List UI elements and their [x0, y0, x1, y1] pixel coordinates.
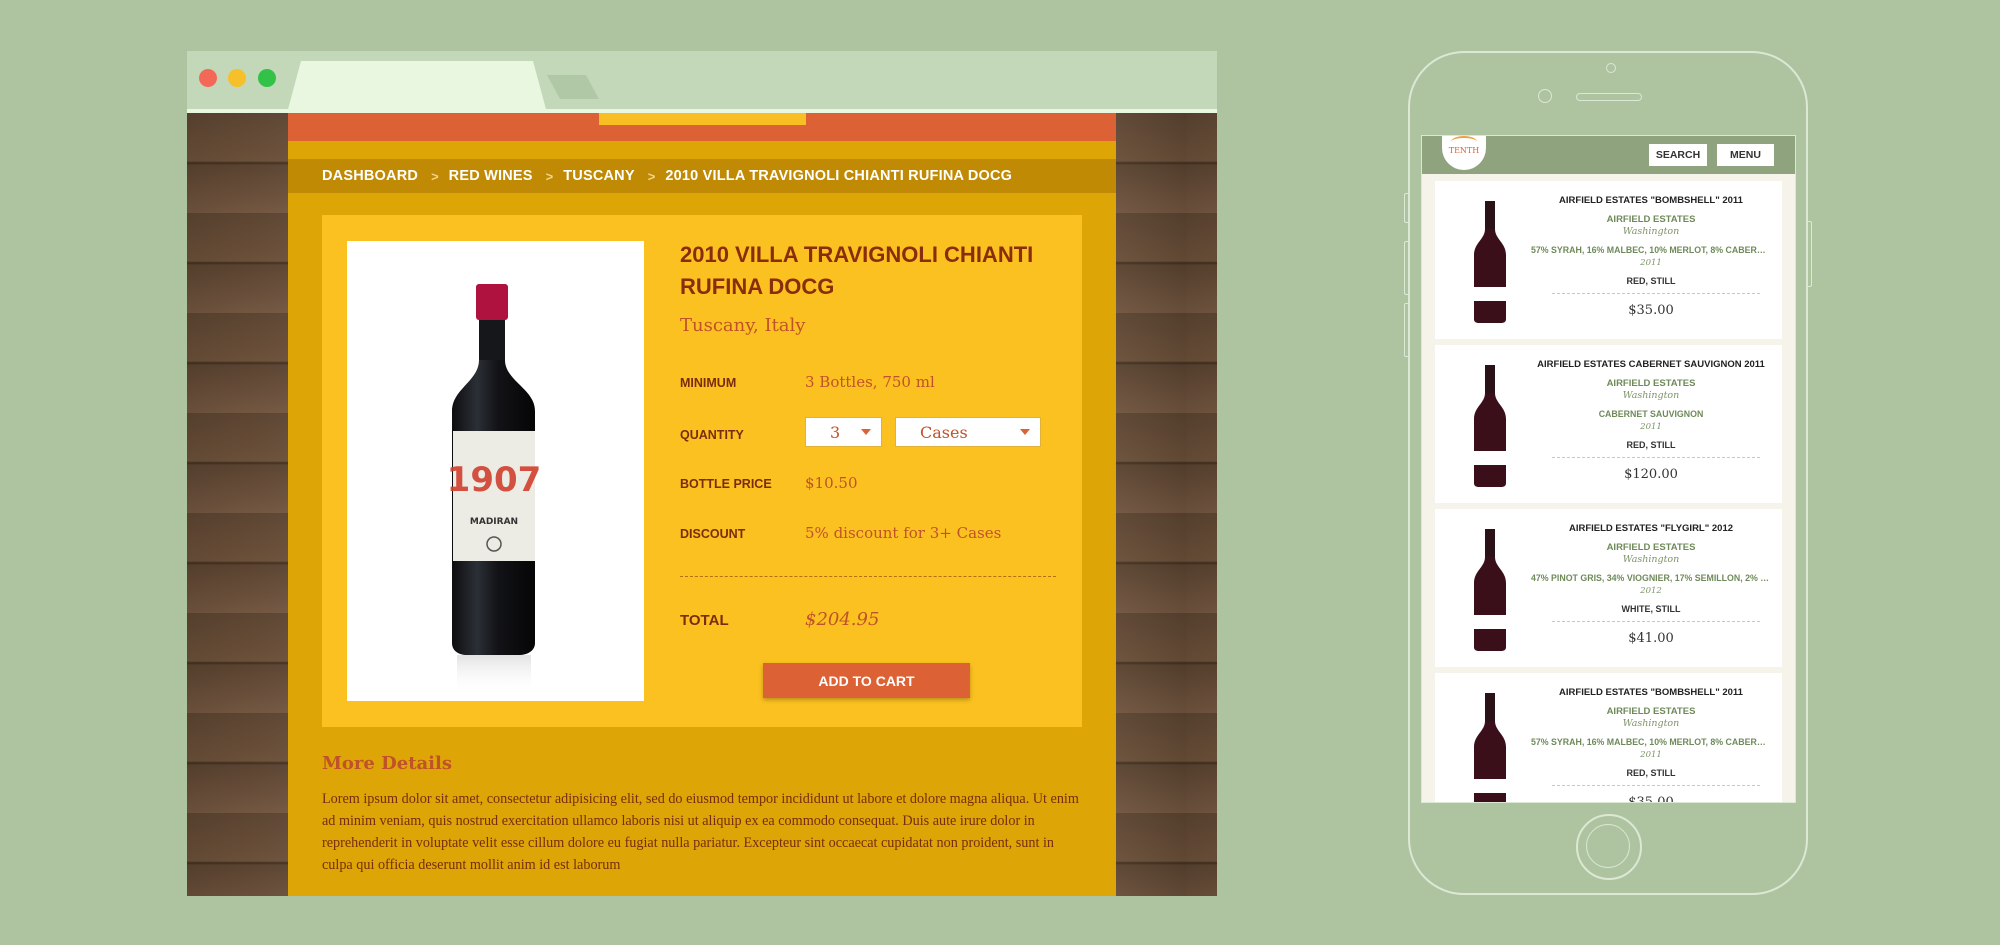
mobile-header: TENTH SEARCH MENU [1422, 136, 1795, 174]
site-header-active-tab[interactable] [599, 113, 806, 125]
product-image: 1907 MADIRAN [347, 241, 644, 701]
breadcrumb-tuscany[interactable]: TUSCANY [563, 168, 635, 184]
label-brand: 1907 [447, 460, 542, 500]
minimum-label: MINIMUM [680, 376, 737, 390]
item-name[interactable]: AIRFIELD ESTATES "FLYGIRL" 2012 [1531, 523, 1771, 534]
item-style: RED, STILL [1626, 768, 1676, 778]
site-logo[interactable]: TENTH [1442, 136, 1486, 170]
add-to-cart-button[interactable]: ADD TO CART [763, 663, 970, 698]
list-item[interactable]: AIRFIELD ESTATES CABERNET SAUVIGNON 2011… [1435, 345, 1782, 503]
item-year: 2012 [1640, 586, 1662, 596]
divider [1552, 457, 1760, 458]
item-price: $120.00 [1624, 467, 1678, 482]
breadcrumb-red-wines[interactable]: RED WINES [449, 168, 533, 184]
item-price: $35.00 [1628, 795, 1674, 803]
browser-tab-active[interactable] [287, 61, 547, 113]
item-price: $41.00 [1628, 631, 1674, 646]
label-name: MADIRAN [470, 517, 518, 527]
mute-switch[interactable] [1404, 193, 1410, 223]
quantity-select[interactable]: 3 [805, 417, 882, 447]
chevron-down-icon [861, 429, 871, 435]
wine-bottle-image: 1907 MADIRAN [447, 284, 542, 695]
quantity-value: 3 [830, 422, 841, 442]
item-winery: AIRFIELD ESTATES [1606, 706, 1696, 717]
logo-text: TENTH [1448, 146, 1480, 155]
divider [680, 576, 1056, 577]
discount-value: 5% discount for 3+ Cases [805, 524, 1002, 542]
volume-down-button[interactable] [1404, 303, 1410, 357]
total-label: TOTAL [680, 612, 729, 629]
item-region: Washington [1622, 554, 1680, 565]
list-item[interactable]: AIRFIELD ESTATES "FLYGIRL" 2012 AIRFIELD… [1435, 509, 1782, 667]
wine-bottle-icon [1474, 365, 1506, 487]
breadcrumb-dashboard[interactable]: DASHBOARD [322, 168, 418, 184]
product-region: Tuscany, Italy [680, 315, 806, 336]
new-tab-button[interactable] [547, 75, 599, 99]
divider [1552, 293, 1760, 294]
quantity-label: QUANTITY [680, 428, 744, 442]
item-name[interactable]: AIRFIELD ESTATES "BOMBSHELL" 2011 [1531, 195, 1771, 206]
phone-screen: TENTH SEARCH MENU AIRFIELD ESTATES "BOMB… [1421, 135, 1796, 803]
sensor-icon [1538, 89, 1552, 103]
breadcrumb: DASHBOARD > RED WINES > TUSCANY > 2010 V… [288, 159, 1116, 193]
site-header [288, 113, 1116, 141]
speaker-grille [1576, 93, 1642, 101]
item-grapes: 57% SYRAH, 16% MALBEC, 10% MERLOT, 8% CA… [1531, 737, 1771, 747]
list-item[interactable]: AIRFIELD ESTATES "BOMBSHELL" 2011 AIRFIE… [1435, 181, 1782, 339]
item-style: RED, STILL [1626, 276, 1676, 286]
wine-bottle-icon [1474, 201, 1506, 323]
item-price: $35.00 [1628, 303, 1674, 318]
item-name[interactable]: AIRFIELD ESTATES "BOMBSHELL" 2011 [1531, 687, 1771, 698]
close-window-button[interactable] [199, 69, 217, 87]
more-details-title: More Details [322, 753, 452, 774]
wine-bottle-icon [1474, 693, 1506, 802]
browser-titlebar [187, 51, 1217, 113]
wine-bottle-icon [1474, 529, 1506, 651]
browser-window: DASHBOARD > RED WINES > TUSCANY > 2010 V… [187, 51, 1217, 896]
item-grapes: CABERNET SAUVIGNON [1598, 409, 1704, 419]
divider [1552, 785, 1760, 786]
item-region: Washington [1622, 390, 1680, 401]
breadcrumb-current: 2010 VILLA TRAVIGNOLI CHIANTI RUFINA DOC… [665, 168, 1013, 184]
item-grapes: 57% SYRAH, 16% MALBEC, 10% MERLOT, 8% CA… [1531, 245, 1771, 255]
item-grapes: 47% PINOT GRIS, 34% VIOGNIER, 17% SEMILL… [1531, 573, 1771, 583]
product-title: 2010 VILLA TRAVIGNOLI CHIANTI RUFINA DOC… [680, 242, 1034, 299]
breadcrumb-separator: > [647, 168, 656, 184]
item-style: RED, STILL [1626, 440, 1676, 450]
more-details-text: Lorem ipsum dolor sit amet, consectetur … [322, 791, 1079, 873]
product-page: DASHBOARD > RED WINES > TUSCANY > 2010 V… [288, 113, 1116, 896]
browser-viewport: DASHBOARD > RED WINES > TUSCANY > 2010 V… [187, 113, 1217, 896]
minimize-window-button[interactable] [228, 69, 246, 87]
bottle-price-value: $10.50 [805, 474, 858, 492]
item-winery: AIRFIELD ESTATES [1606, 378, 1696, 389]
breadcrumb-separator: > [431, 168, 439, 184]
bottle-price-label: BOTTLE PRICE [680, 477, 772, 491]
breadcrumb-separator: > [545, 168, 554, 184]
unit-select[interactable]: Cases [895, 417, 1041, 447]
chevron-down-icon [1020, 429, 1030, 435]
item-winery: AIRFIELD ESTATES [1606, 214, 1696, 225]
discount-label: DISCOUNT [680, 527, 746, 541]
item-name[interactable]: AIRFIELD ESTATES CABERNET SAUVIGNON 2011 [1531, 359, 1771, 370]
maximize-window-button[interactable] [258, 69, 276, 87]
menu-button[interactable]: MENU [1717, 144, 1774, 166]
item-year: 2011 [1640, 258, 1662, 268]
volume-up-button[interactable] [1404, 241, 1410, 295]
unit-value: Cases [920, 422, 968, 442]
minimum-value: 3 Bottles, 750 ml [805, 373, 935, 391]
item-year: 2011 [1640, 750, 1662, 760]
home-button[interactable] [1576, 814, 1642, 880]
divider [1552, 621, 1760, 622]
item-region: Washington [1622, 718, 1680, 729]
item-style: WHITE, STILL [1621, 604, 1681, 614]
search-button[interactable]: SEARCH [1649, 144, 1707, 166]
total-value: $204.95 [805, 609, 880, 630]
power-button[interactable] [1806, 221, 1812, 287]
item-winery: AIRFIELD ESTATES [1606, 542, 1696, 553]
product-card: 1907 MADIRAN 2010 VILLA TRAVIGNOLI CHIAN… [322, 215, 1082, 727]
camera-icon [1606, 63, 1616, 73]
item-year: 2011 [1640, 422, 1662, 432]
item-region: Washington [1622, 226, 1680, 237]
list-item[interactable]: AIRFIELD ESTATES "BOMBSHELL" 2011 AIRFIE… [1435, 673, 1782, 803]
